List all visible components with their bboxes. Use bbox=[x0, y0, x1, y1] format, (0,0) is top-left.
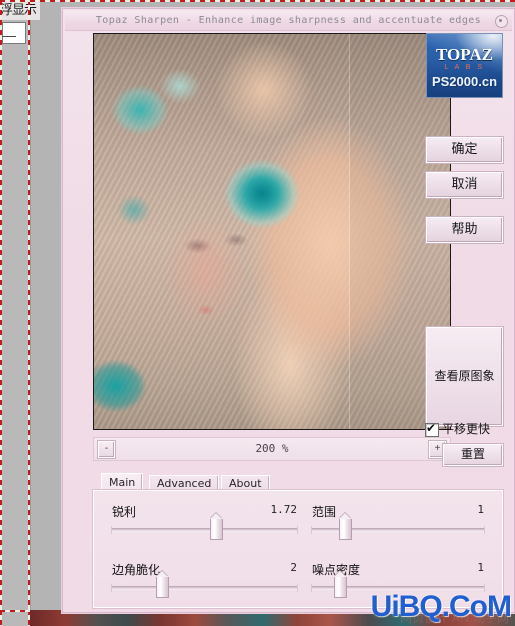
main-tab-panel: 锐利 1.72 范围 1 边角脆化 2 噪点密度 1 bbox=[93, 490, 503, 608]
slider-thumb[interactable] bbox=[339, 519, 353, 540]
logo-brand-text: TOPAZ bbox=[436, 45, 493, 64]
slider-track[interactable] bbox=[111, 584, 298, 592]
screen: 浮显示 Topaz Sharpen - Enhance image sharpn… bbox=[0, 0, 515, 626]
image-preview[interactable] bbox=[93, 33, 451, 430]
logo-subtitle-text: L A B S bbox=[444, 64, 485, 71]
slider-value: 2 bbox=[290, 561, 297, 574]
topaz-sharpen-dialog: Topaz Sharpen - Enhance image sharpness … bbox=[62, 8, 515, 613]
host-menu-label: 浮显示 bbox=[0, 0, 40, 20]
selection-marquee-right bbox=[28, 0, 30, 626]
pan-faster-label: 平移更快 bbox=[442, 422, 491, 436]
preview-split-divider[interactable] bbox=[349, 34, 350, 429]
close-icon[interactable] bbox=[495, 15, 508, 28]
logo-site-watermark: PS2000.cn bbox=[431, 74, 498, 89]
reset-button[interactable]: 重置 bbox=[443, 444, 503, 466]
slider-track[interactable] bbox=[111, 526, 298, 534]
host-color-swatch[interactable] bbox=[2, 22, 26, 44]
slider-thumb[interactable] bbox=[210, 519, 224, 540]
host-tool-strip[interactable] bbox=[0, 0, 31, 626]
slider-label: 范围 bbox=[312, 505, 337, 519]
zoom-out-button[interactable]: - bbox=[98, 441, 115, 458]
slider-value: 1 bbox=[477, 561, 484, 574]
host-swatch-underline bbox=[2, 36, 16, 37]
slider-label: 锐利 bbox=[112, 505, 137, 519]
slider-label: 边角脆化 bbox=[112, 563, 161, 577]
dialog-titlebar[interactable]: Topaz Sharpen - Enhance image sharpness … bbox=[65, 11, 512, 31]
cancel-button[interactable]: 取消 bbox=[426, 172, 503, 198]
slider-thumb[interactable] bbox=[156, 577, 170, 598]
slider-value: 1.72 bbox=[270, 503, 298, 516]
selection-marquee-left bbox=[0, 0, 2, 626]
ok-button[interactable]: 确定 bbox=[426, 137, 503, 163]
zoom-level-label: 200 % bbox=[255, 442, 289, 455]
slider-thumb[interactable] bbox=[334, 577, 348, 598]
slider-value: 1 bbox=[477, 503, 484, 516]
zoom-bar: 200 % - + bbox=[93, 437, 451, 461]
pan-faster-checkbox-row[interactable]: 平移更快 bbox=[425, 421, 505, 438]
checkbox-icon[interactable] bbox=[425, 421, 439, 437]
dialog-title: Topaz Sharpen - Enhance image sharpness … bbox=[95, 15, 482, 26]
slider-track[interactable] bbox=[311, 526, 485, 534]
selection-marquee-top bbox=[0, 0, 515, 2]
help-button[interactable]: 帮助 bbox=[426, 217, 503, 243]
tabstrip: Main Advanced About bbox=[93, 473, 501, 493]
topaz-labs-logo: TOPAZ L A B S PS2000.cn bbox=[426, 33, 503, 98]
view-original-button[interactable]: 查看原图象 bbox=[426, 327, 503, 426]
